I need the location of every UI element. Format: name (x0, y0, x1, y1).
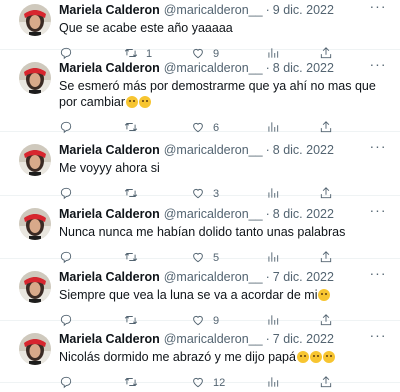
user-handle[interactable]: @maricalderon__ (164, 332, 263, 346)
user-handle[interactable]: @maricalderon__ (164, 61, 263, 75)
user-handle[interactable]: @maricalderon__ (164, 143, 263, 157)
heart-icon (191, 375, 205, 392)
more-icon[interactable]: ··· (369, 203, 387, 221)
tweet[interactable]: Mariela Calderon @maricalderon__ · 7 dic. 2… (0, 259, 400, 327)
avatar[interactable] (19, 271, 51, 303)
separator-dot: · (265, 207, 270, 221)
relieved-face-icon (139, 96, 151, 108)
tweet-header: Mariela Calderon @maricalderon__ · 8 dic. 2… (59, 142, 370, 158)
share-icon (319, 375, 333, 392)
tweet-date[interactable]: 9 dic. 2022 (273, 3, 334, 17)
avatar[interactable] (19, 62, 51, 94)
more-icon[interactable]: ··· (369, 266, 387, 284)
tweet[interactable]: Mariela Calderon @maricalderon__ · 8 dic. 2… (0, 50, 400, 134)
tweet-text-content: Nicolás dormido me abrazó y me dijo papá (59, 350, 296, 364)
tweet-header: Mariela Calderon @maricalderon__ · 8 dic. 2… (59, 206, 370, 222)
tweet-text: Nunca nunca me habían dolido tanto unas … (59, 224, 379, 240)
thinking-face-icon (318, 289, 331, 301)
user-handle[interactable]: @maricalderon__ (164, 3, 263, 17)
more-icon[interactable]: ··· (369, 139, 387, 157)
tweet-text: Siempre que vea la luna se va a acordar … (59, 287, 379, 303)
worried-face-icon (309, 351, 322, 363)
tweet[interactable]: Mariela Calderon @maricalderon__ · 9 dic. 2… (0, 0, 400, 60)
reply-icon (59, 375, 73, 392)
separator-dot: · (265, 3, 270, 17)
avatar[interactable] (19, 208, 51, 240)
display-name[interactable]: Mariela Calderon (59, 270, 160, 284)
profile-timeline: Mariela Calderon @maricalderon__ · 9 dic. 2… (0, 0, 400, 389)
tweet-text-content: Me voyyy ahora si (59, 161, 160, 175)
tweet[interactable]: Mariela Calderon @maricalderon__ · 8 dic. 2… (0, 132, 400, 200)
like-count: 12 (213, 377, 226, 389)
tweet-header: Mariela Calderon @maricalderon__ · 7 dic. 2… (59, 269, 370, 285)
share-button[interactable] (319, 375, 333, 391)
tweet-text-content: Siempre que vea la luna se va a acordar … (59, 288, 318, 302)
views-button[interactable] (266, 375, 288, 391)
tweet-date[interactable]: 8 dic. 2022 (273, 207, 334, 221)
display-name[interactable]: Mariela Calderon (59, 332, 160, 346)
tweet-text: Me voyyy ahora si (59, 160, 379, 176)
display-name[interactable]: Mariela Calderon (59, 3, 160, 17)
avatar[interactable] (19, 4, 51, 36)
separator-dot: · (265, 143, 270, 157)
reply-button[interactable] (59, 375, 81, 391)
tweet-date[interactable]: 8 dic. 2022 (273, 61, 334, 75)
user-handle[interactable]: @maricalderon__ (164, 270, 263, 284)
display-name[interactable]: Mariela Calderon (59, 61, 160, 75)
display-name[interactable]: Mariela Calderon (59, 143, 160, 157)
more-icon[interactable]: ··· (369, 328, 387, 346)
avatar[interactable] (19, 144, 51, 176)
separator-dot: · (265, 332, 270, 346)
tweet-header: Mariela Calderon @maricalderon__ · 9 dic. 2… (59, 2, 370, 18)
tweet-header: Mariela Calderon @maricalderon__ · 7 dic. 2… (59, 331, 370, 347)
tweet-text: Que se acabe este año yaaaaa (59, 20, 379, 36)
avatar[interactable] (19, 333, 51, 365)
tweet-date[interactable]: 8 dic. 2022 (273, 143, 334, 157)
display-name[interactable]: Mariela Calderon (59, 207, 160, 221)
tweet-header: Mariela Calderon @maricalderon__ · 8 dic. 2… (59, 60, 370, 76)
relieved-face-icon (296, 351, 309, 363)
tweet[interactable]: Mariela Calderon @maricalderon__ · 7 dic. 2… (0, 321, 400, 389)
tweet-text: Nicolás dormido me abrazó y me dijo papá (59, 349, 379, 365)
tweet-date[interactable]: 7 dic. 2022 (273, 270, 334, 284)
user-handle[interactable]: @maricalderon__ (164, 207, 263, 221)
tweet-text-content: Nunca nunca me habían dolido tanto unas … (59, 225, 346, 239)
tweet[interactable]: Mariela Calderon @maricalderon__ · 8 dic. 2… (0, 196, 400, 264)
tweet-text: Se esmeró más por demostrarme que ya ahí… (59, 78, 379, 110)
more-icon[interactable]: ··· (369, 0, 387, 17)
retweet-button[interactable] (124, 375, 146, 391)
worried-face-icon (126, 96, 138, 108)
separator-dot: · (265, 61, 270, 75)
retweet-icon (124, 375, 138, 392)
tweet-text-content: Se esmeró más por demostrarme que ya ahí… (59, 79, 376, 109)
joy-face-icon (322, 351, 335, 363)
separator-dot: · (265, 270, 270, 284)
like-button[interactable]: 12 (191, 375, 225, 391)
views-icon (266, 375, 280, 392)
tweet-text-content: Que se acabe este año yaaaaa (59, 21, 233, 35)
tweet-date[interactable]: 7 dic. 2022 (273, 332, 334, 346)
tweet-actions: 12 (59, 375, 339, 391)
more-icon[interactable]: ··· (369, 57, 387, 75)
